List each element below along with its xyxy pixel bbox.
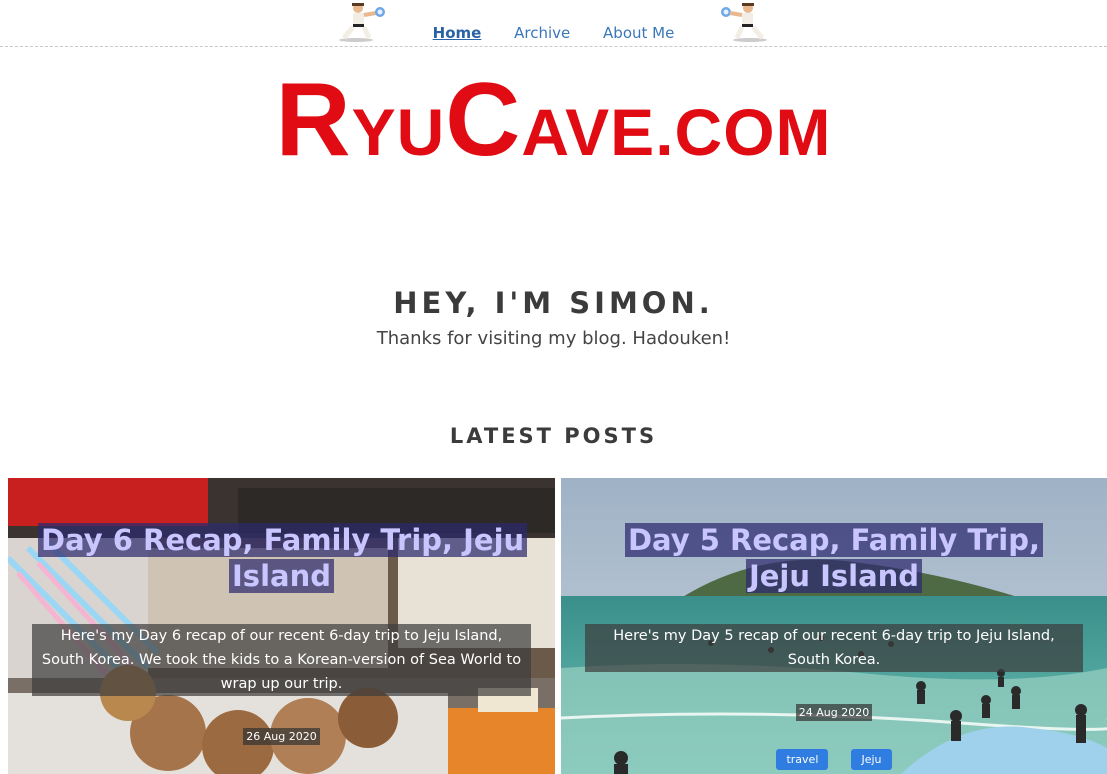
post-card[interactable]: Day 6 Recap, Family Trip, Jeju Island He… — [8, 478, 555, 774]
post-card[interactable]: Day 5 Recap, Family Trip, Jeju Island He… — [561, 478, 1107, 774]
nav-links: Home Archive About Me — [0, 24, 1107, 42]
intro-tagline: Thanks for visiting my blog. Hadouken! — [376, 328, 731, 349]
post-tags: travel Jeju — [561, 748, 1107, 770]
post-tags — [8, 770, 555, 774]
post-title[interactable]: Day 6 Recap, Family Trip, Jeju Island — [38, 522, 528, 594]
tag-link-travel[interactable]: travel — [776, 749, 829, 770]
logo-letter: R — [275, 62, 352, 178]
fighter-sprite-icon — [721, 3, 767, 42]
top-navigation: Home Archive About Me — [0, 0, 1107, 47]
logo-letter: C — [445, 62, 522, 178]
logo-text: AVE.COM — [521, 95, 832, 169]
intro-heading: HEY, I'M SIMON. — [393, 286, 714, 320]
latest-posts-heading: LATEST POSTS — [449, 424, 658, 448]
site-logo[interactable]: RYUCAVE.COM — [0, 68, 1107, 172]
nav-about-me-link[interactable]: About Me — [603, 24, 674, 42]
post-excerpt: Here's my Day 6 recap of our recent 6-da… — [32, 624, 531, 696]
post-date: 26 Aug 2020 — [8, 728, 555, 745]
nav-archive-link[interactable]: Archive — [514, 24, 570, 42]
logo-text: YU — [351, 95, 446, 169]
tag-link-jeju[interactable]: Jeju — [851, 749, 892, 770]
post-title[interactable]: Day 5 Recap, Family Trip, Jeju Island — [591, 522, 1077, 594]
post-date: 24 Aug 2020 — [561, 704, 1107, 721]
post-excerpt: Here's my Day 5 recap of our recent 6-da… — [585, 624, 1083, 672]
nav-home-link[interactable]: Home — [433, 24, 482, 42]
